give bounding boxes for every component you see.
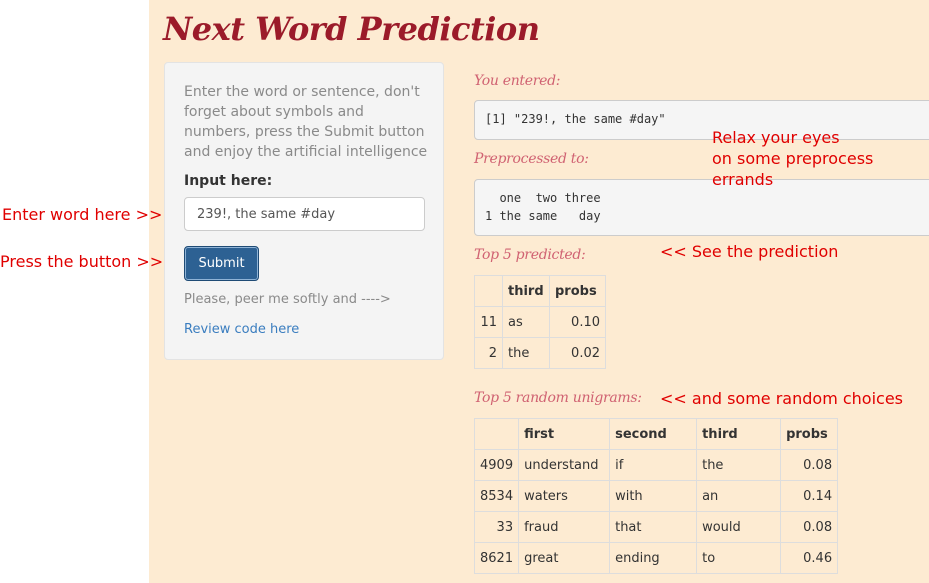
table-cell: the <box>502 337 550 369</box>
table-cell: to <box>696 542 782 574</box>
random-heading: Top 5 random unigrams: <box>474 390 642 406</box>
column-header: first <box>518 418 611 450</box>
table-cell: 8534 <box>473 480 520 512</box>
predicted-table: third probs 11 as 0.10 2 the 0.02 <box>474 275 606 369</box>
table-cell: 0.02 <box>549 337 606 369</box>
column-header <box>473 418 520 450</box>
table-cell: would <box>696 511 782 543</box>
instructions-text: Enter the word or sentence, don't forget… <box>184 84 428 160</box>
table-cell: 2 <box>474 337 503 369</box>
random-unigrams-table: first second third probs 4909 understand if th… <box>473 418 839 574</box>
predicted-heading: Top 5 predicted: <box>474 247 586 263</box>
input-label: Input here: <box>184 173 273 189</box>
column-header <box>474 275 503 307</box>
table-cell: if <box>609 449 698 481</box>
column-header: probs <box>549 275 606 307</box>
table-cell: 0.46 <box>780 542 839 574</box>
column-header: third <box>502 275 550 307</box>
table-row: 2 the 0.02 <box>474 337 606 369</box>
review-code-link[interactable]: Review code here <box>184 322 299 337</box>
table-cell: 0.08 <box>780 511 839 543</box>
table-cell: ending <box>609 542 698 574</box>
table-cell: with <box>609 480 698 512</box>
sidebar-panel: Enter the word or sentence, don't forget… <box>164 62 444 360</box>
annotation-relax: Relax your eyes on some preprocess erran… <box>712 128 874 189</box>
annotation-press-button: Press the button >> <box>0 252 164 271</box>
table-cell: as <box>502 306 550 338</box>
table-cell: waters <box>518 480 611 512</box>
annotation-enter-word: Enter word here >> <box>2 205 163 224</box>
table-cell: great <box>518 542 611 574</box>
column-header: probs <box>780 418 839 450</box>
column-header: second <box>609 418 698 450</box>
word-input[interactable] <box>184 197 425 231</box>
preprocessed-heading: Preprocessed to: <box>474 151 589 167</box>
table-cell: 0.08 <box>780 449 839 481</box>
table-cell: understand <box>518 449 611 481</box>
table-header-row: first second third probs <box>473 418 839 450</box>
table-cell: fraud <box>518 511 611 543</box>
entered-heading: You entered: <box>474 73 561 89</box>
peer-text: Please, peer me softly and ----> <box>184 292 391 307</box>
submit-button[interactable]: Submit <box>184 246 259 281</box>
annotation-see-prediction: << See the prediction <box>660 242 839 261</box>
table-cell: 0.10 <box>549 306 606 338</box>
annotation-random-choices: << and some random choices <box>660 389 904 408</box>
table-cell: the <box>696 449 782 481</box>
table-row: 11 as 0.10 <box>474 306 606 338</box>
table-row: 8621 great ending to 0.46 <box>473 542 839 574</box>
table-row: 8534 waters with an 0.14 <box>473 480 839 512</box>
column-header: third <box>696 418 782 450</box>
table-header-row: third probs <box>474 275 606 307</box>
page-title: Next Word Prediction <box>163 10 540 48</box>
table-row: 33 fraud that would 0.08 <box>473 511 839 543</box>
table-cell: 4909 <box>473 449 520 481</box>
table-cell: 33 <box>473 511 520 543</box>
table-row: 4909 understand if the 0.08 <box>473 449 839 481</box>
table-cell: 0.14 <box>780 480 839 512</box>
table-cell: 8621 <box>473 542 520 574</box>
table-cell: that <box>609 511 698 543</box>
table-cell: 11 <box>474 306 503 338</box>
table-cell: an <box>696 480 782 512</box>
